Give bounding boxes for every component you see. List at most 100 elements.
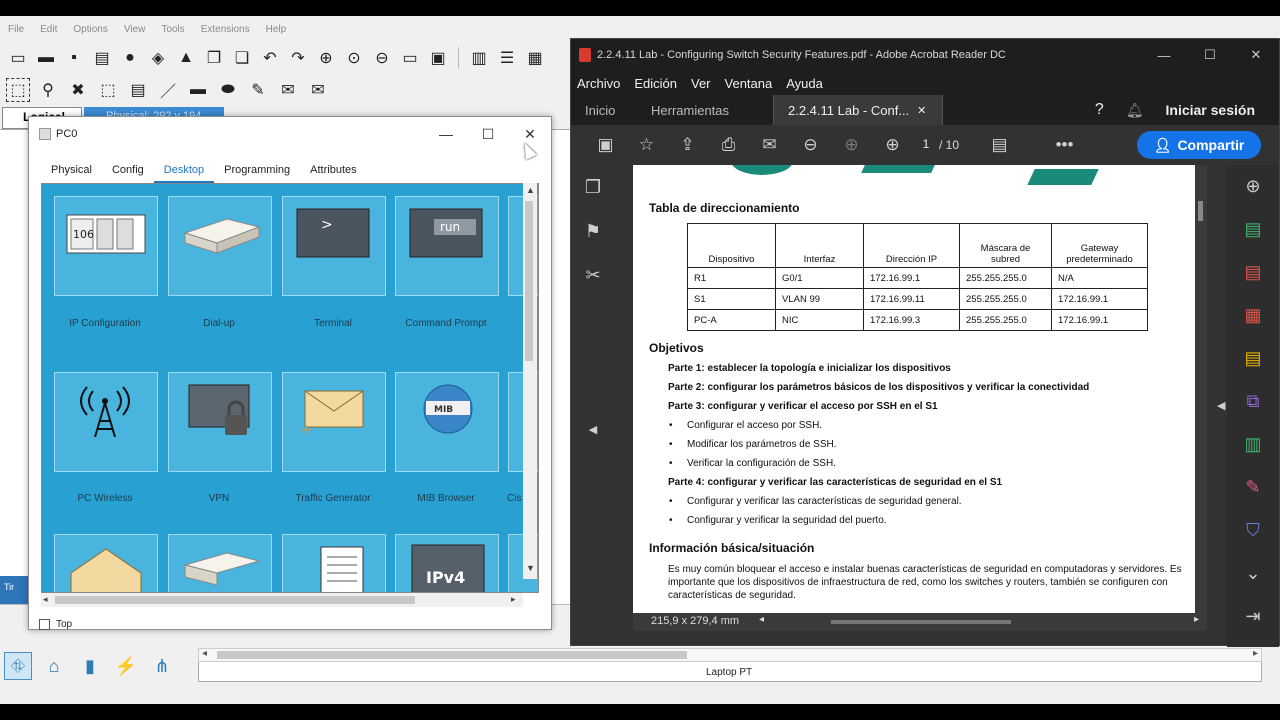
help-icon[interactable]: ? — [1095, 101, 1104, 119]
menu-ayuda[interactable]: Ayuda — [786, 76, 823, 91]
page-down-icon[interactable]: ⊕ — [872, 135, 913, 155]
network-devices-icon[interactable]: ⛗ — [4, 652, 32, 680]
acrobat-titlebar[interactable]: 2.2.4.11 Lab - Configuring Switch Securi… — [571, 39, 1279, 71]
menu-edicion[interactable]: Edición — [634, 76, 677, 91]
info-icon[interactable]: ● — [118, 46, 142, 70]
line-icon[interactable]: ／ — [156, 78, 180, 102]
save-icon[interactable]: ▪ — [62, 46, 86, 70]
email-app[interactable] — [54, 534, 158, 592]
paste-icon[interactable]: ❏ — [230, 46, 254, 70]
components-icon[interactable]: ▮ — [76, 652, 104, 680]
misc-icon[interactable]: ⋔ — [148, 652, 176, 680]
menu-ver[interactable]: Ver — [691, 76, 711, 91]
chevron-down-icon[interactable]: ⌄ — [1227, 552, 1279, 595]
page-number-input[interactable]: 1 — [913, 134, 939, 156]
activity-icon[interactable]: ▲ — [174, 46, 198, 70]
mail-icon[interactable]: ✉ — [749, 135, 790, 155]
tab-attributes[interactable]: Attributes — [300, 161, 366, 183]
maximize-icon[interactable]: ☐ — [1187, 39, 1233, 71]
page-up-icon[interactable]: ⊕ — [831, 135, 872, 155]
tab-config[interactable]: Config — [102, 161, 154, 183]
edit-pdf-icon[interactable]: ▦ — [1227, 294, 1279, 337]
document-scrollbar[interactable] — [1195, 165, 1207, 613]
print-icon[interactable]: ▤ — [90, 46, 114, 70]
bell-icon[interactable]: 🔔︎ — [1126, 102, 1144, 119]
terminal-app[interactable]: > — [282, 196, 386, 296]
maximize-icon[interactable]: ☐ — [467, 117, 509, 151]
collapse-left-icon[interactable]: ◀ — [571, 407, 615, 451]
command-prompt-app[interactable]: run — [395, 196, 499, 296]
pppoe-app[interactable] — [168, 534, 272, 592]
create-pdf-icon[interactable]: ▤ — [1227, 251, 1279, 294]
menu-ventana[interactable]: Ventana — [725, 76, 773, 91]
more-options-icon[interactable]: ••• — [1044, 135, 1085, 155]
protect-icon[interactable]: ⛉ — [1227, 509, 1279, 552]
desktop-vertical-scrollbar[interactable]: ▲ ▼ — [523, 183, 537, 579]
connections-icon[interactable]: ⚡ — [112, 652, 140, 680]
save-icon[interactable]: ▣ — [585, 135, 626, 155]
minimize-icon[interactable]: — — [1141, 39, 1187, 71]
note-icon[interactable]: ▤ — [126, 78, 150, 102]
end-devices-icon[interactable]: ⌂ — [40, 652, 68, 680]
desktop-horizontal-scrollbar[interactable]: ◂ ▸ — [41, 593, 523, 607]
simple-pdu-icon[interactable]: ✉ — [276, 78, 300, 102]
zoom-out-icon[interactable]: ⊖ — [370, 46, 394, 70]
traffic-generator-app[interactable]: + — [282, 372, 386, 472]
share-button[interactable]: 👤︎ Compartir — [1137, 131, 1261, 159]
tab-herramientas[interactable]: Herramientas — [637, 95, 773, 125]
expand-right-panel-icon[interactable]: ◀ — [1217, 399, 1225, 412]
tab-physical[interactable]: Physical — [41, 161, 102, 183]
redo-icon[interactable]: ↷ — [286, 46, 310, 70]
menu-extensions[interactable]: Extensions — [193, 22, 258, 42]
undo-icon[interactable]: ↶ — [258, 46, 282, 70]
freeform-icon[interactable]: ✎ — [246, 78, 270, 102]
tab-programming[interactable]: Programming — [214, 161, 300, 183]
custom-device-icon[interactable]: ▣ — [426, 46, 450, 70]
device-scrollbar[interactable]: ◂ ▸ — [198, 648, 1262, 662]
menu-view[interactable]: View — [116, 22, 154, 42]
rectangle-icon[interactable]: ▬ — [186, 78, 210, 102]
close-icon[interactable]: ✕ — [1233, 39, 1279, 71]
menu-archivo[interactable]: Archivo — [577, 76, 620, 91]
attachment-icon[interactable]: ✂ — [571, 253, 615, 297]
compress-icon[interactable]: ▥ — [1227, 423, 1279, 466]
tab-desktop[interactable]: Desktop — [153, 161, 215, 183]
complex-pdu-icon[interactable]: ✉ — [306, 78, 330, 102]
close-tab-icon[interactable]: ✕ — [917, 104, 926, 117]
vpn-app[interactable] — [168, 372, 272, 472]
text-editor-app[interactable] — [282, 534, 386, 592]
search-zoom-icon[interactable]: ⊕ — [1227, 165, 1279, 208]
pc-wireless-app[interactable] — [54, 372, 158, 472]
new-file-icon[interactable]: ▭ — [6, 46, 30, 70]
print-icon[interactable]: ⎙ — [708, 135, 749, 155]
minimize-icon[interactable]: — — [425, 117, 467, 151]
upload-icon[interactable]: ⇪ — [667, 135, 708, 155]
tab-document[interactable]: 2.2.4.11 Lab - Conf... ✕ — [773, 95, 943, 125]
dialup-app[interactable] — [168, 196, 272, 296]
image-icon[interactable]: ▦ — [523, 46, 547, 70]
collapse-panel-icon[interactable]: ⇥ — [1227, 595, 1279, 638]
device-list-icon[interactable]: ☰ — [495, 46, 519, 70]
ip-config-app[interactable]: 106 — [54, 196, 158, 296]
inspect-icon[interactable]: ⚲ — [36, 78, 60, 102]
horizontal-scrollbar[interactable]: ◂ ▸ — [759, 614, 1199, 626]
comment-icon[interactable]: ▤ — [1227, 337, 1279, 380]
copy-icon[interactable]: ❐ — [202, 46, 226, 70]
fill-sign-icon[interactable]: ✎ — [1227, 466, 1279, 509]
menu-tools[interactable]: Tools — [153, 22, 192, 42]
ellipse-icon[interactable]: ⬬ — [216, 78, 240, 102]
bookmark-icon[interactable]: ⚑ — [571, 209, 615, 253]
ipv4-app[interactable]: IPv4 — [395, 534, 499, 592]
comment-icon[interactable]: ▤ — [979, 135, 1020, 155]
menu-file[interactable]: File — [0, 22, 32, 42]
star-icon[interactable]: ☆ — [626, 135, 667, 155]
zoom-reset-icon[interactable]: ⊙ — [342, 46, 366, 70]
mib-browser-app[interactable]: MIB — [395, 372, 499, 472]
zoom-in-icon[interactable]: ⊕ — [314, 46, 338, 70]
open-folder-icon[interactable]: ▬ — [34, 46, 58, 70]
organize-pages-icon[interactable]: ⧉ — [1227, 380, 1279, 423]
zoom-out-icon[interactable]: ⊖ — [790, 135, 831, 155]
network-icon[interactable]: ◈ — [146, 46, 170, 70]
menu-help[interactable]: Help — [258, 22, 295, 42]
menu-options[interactable]: Options — [65, 22, 115, 42]
